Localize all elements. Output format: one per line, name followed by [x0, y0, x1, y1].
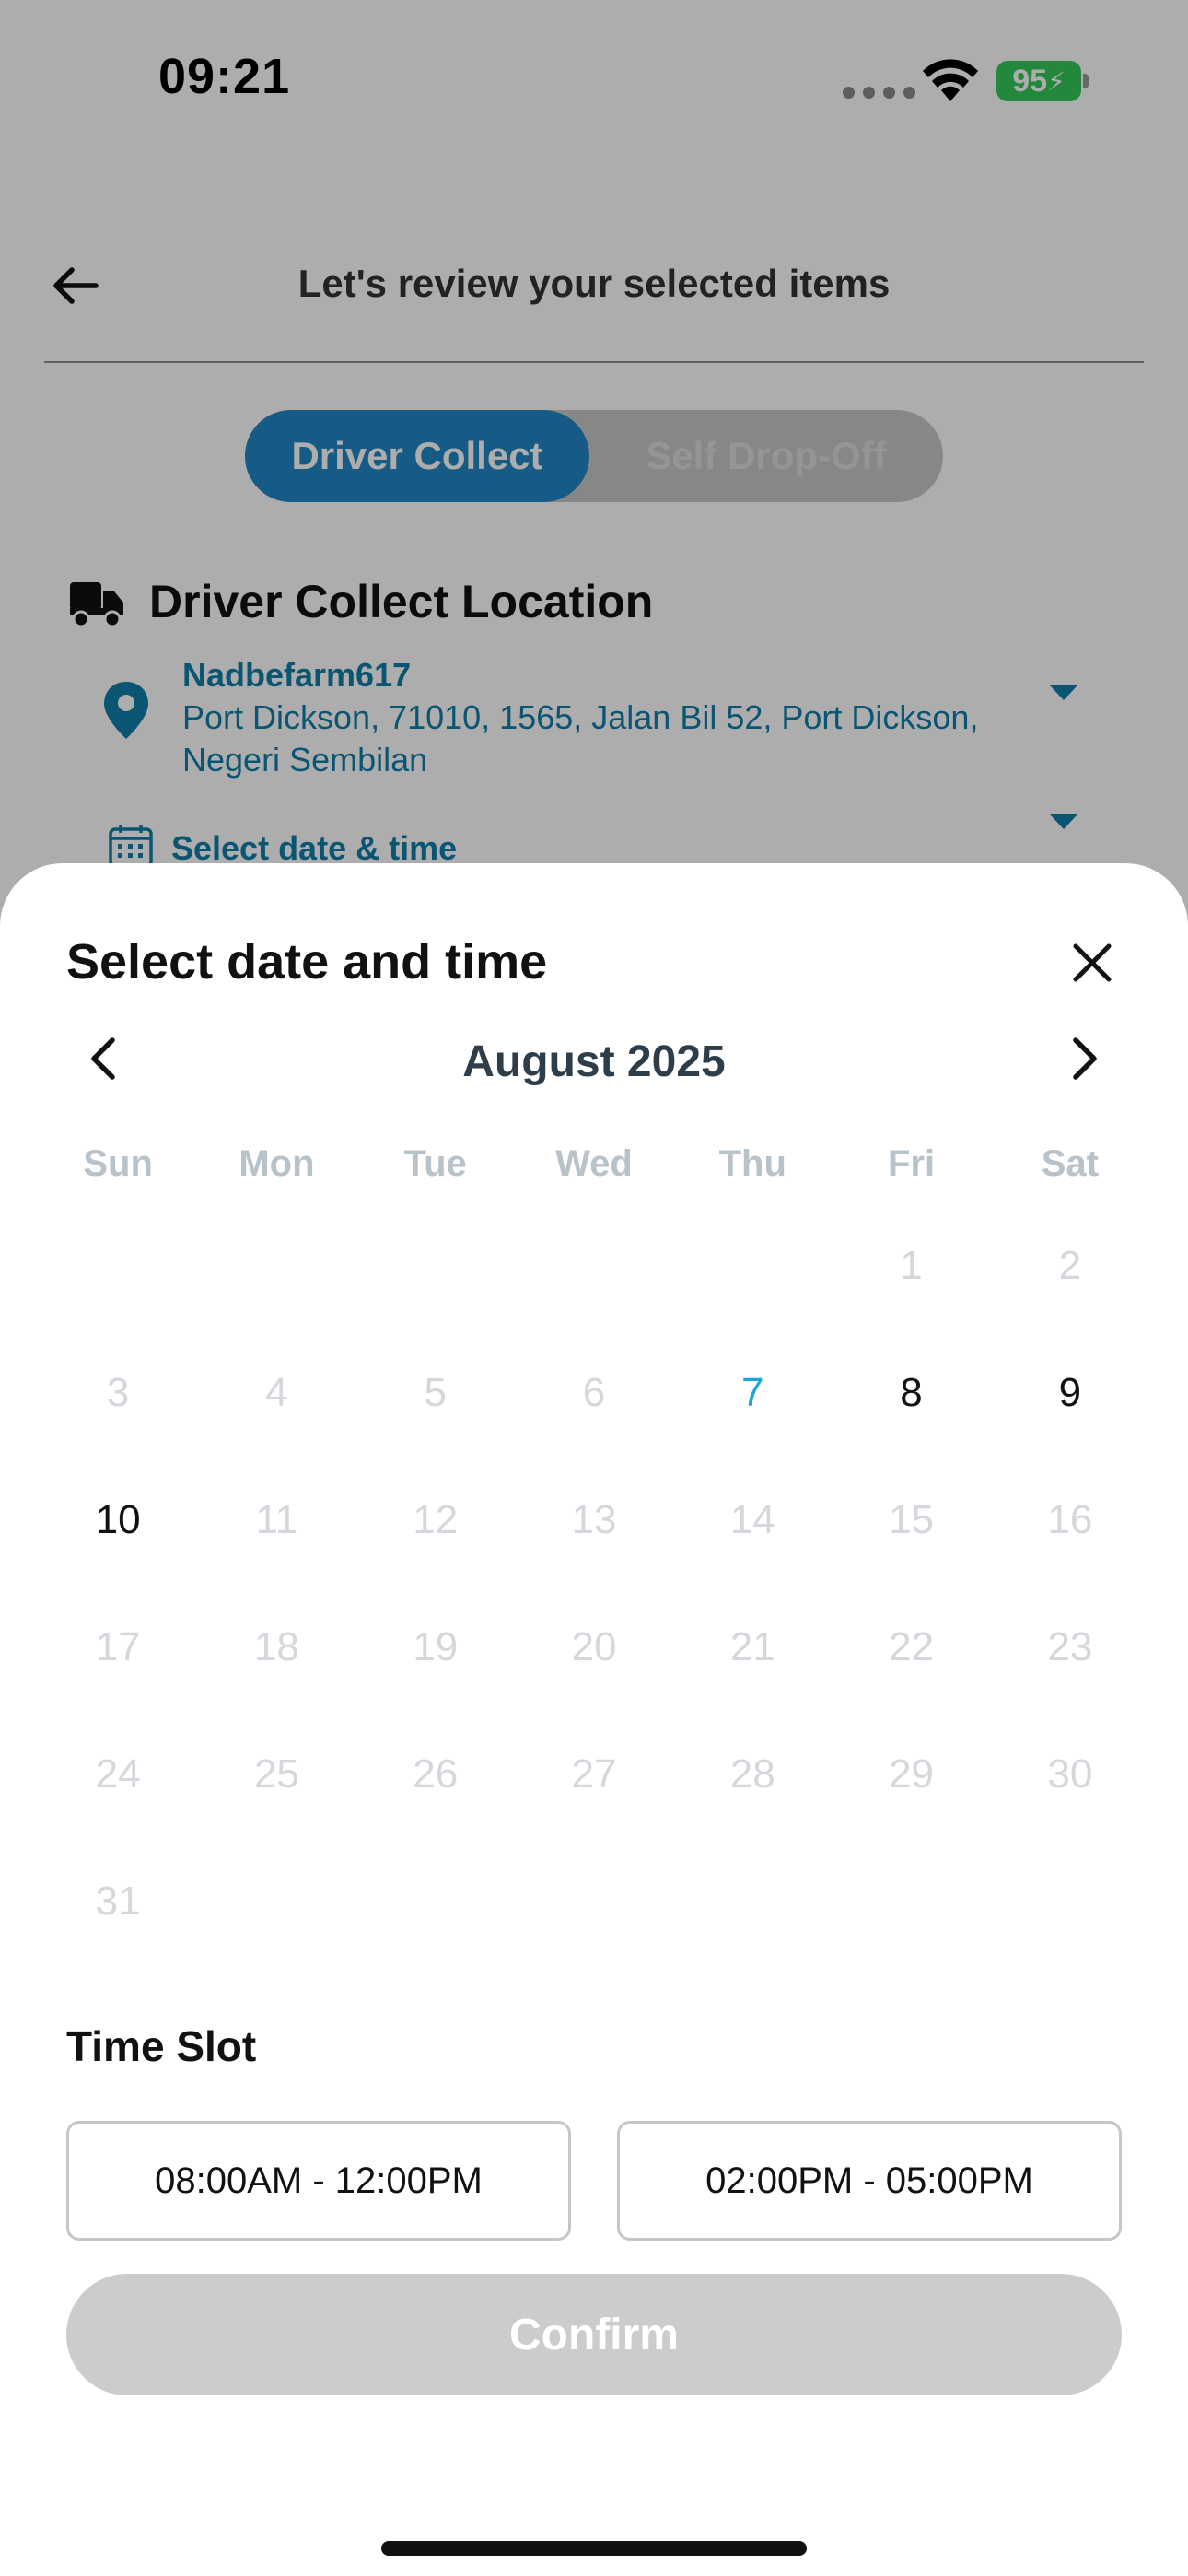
calendar-day: 15	[889, 1497, 935, 1542]
calendar-empty-cell	[356, 1838, 515, 1965]
calendar-day: 22	[889, 1624, 935, 1669]
calendar-day[interactable]: 8	[832, 1329, 990, 1457]
calendar-empty-cell	[356, 1202, 515, 1329]
calendar-empty-cell	[515, 1202, 673, 1329]
calendar-week-row: 24 25 26 27 28 29 30	[39, 1711, 1149, 1838]
calendar-week-row: 12	[39, 1202, 1149, 1329]
calendar-day: 1	[900, 1243, 923, 1288]
calendar-week-row: 3 4 5 6 789	[39, 1329, 1149, 1457]
calendar-day: 20	[571, 1624, 617, 1669]
calendar-empty-cell	[39, 1202, 197, 1329]
calendar-day: 19	[413, 1624, 459, 1669]
calendar-day: 3	[106, 1370, 130, 1415]
weekday-label: Tue	[403, 1143, 467, 1184]
calendar-day: 29	[889, 1751, 935, 1797]
calendar-day: 2	[1058, 1243, 1082, 1288]
calendar-day: 6	[582, 1370, 606, 1415]
calendar-day: 11	[255, 1497, 298, 1542]
close-icon[interactable]	[1066, 937, 1118, 989]
calendar-day: 16	[1047, 1497, 1093, 1542]
calendar-empty-cell	[991, 1838, 1149, 1965]
confirm-button[interactable]: Confirm	[66, 2274, 1122, 2395]
date-time-bottom-sheet: Select date and time August 2025 Sun Mon T…	[0, 863, 1188, 2576]
calendar-day: 31	[95, 1879, 141, 1924]
calendar-day: 14	[729, 1497, 775, 1542]
calendar-week-row: 17 18 19 20 21 22 23	[39, 1584, 1149, 1711]
calendar-day[interactable]: 10	[39, 1457, 197, 1584]
calendar-empty-cell	[197, 1202, 355, 1329]
calendar-day: 24	[95, 1751, 141, 1797]
calendar-day: 18	[253, 1624, 299, 1669]
calendar-day: 12	[413, 1497, 459, 1542]
home-indicator	[381, 2541, 807, 2556]
weekday-header: Sun Mon Tue Wed Thu Fri Sat	[39, 1143, 1149, 1185]
calendar-week-row: 31	[39, 1838, 1149, 1965]
calendar-month-label: August 2025	[462, 1037, 726, 1086]
calendar-empty-cell	[673, 1838, 832, 1965]
calendar-day: 13	[571, 1497, 617, 1542]
calendar-grid: 1 2 3 4 5 6 7 8 9 10 11 12 13 14 15 16 17 18 19 20 21 22 23 24 2…	[39, 1202, 1149, 1965]
calendar-day: 30	[1047, 1751, 1093, 1797]
calendar-empty-cell	[515, 1838, 673, 1965]
calendar-day: 25	[253, 1751, 299, 1797]
calendar-day: 4	[265, 1370, 288, 1415]
time-slot-morning-button[interactable]: 08:00AM - 12:00PM	[66, 2121, 571, 2241]
calendar-day[interactable]: 7	[673, 1329, 832, 1457]
calendar-day[interactable]: 9	[991, 1329, 1149, 1457]
calendar-day: 27	[571, 1751, 617, 1797]
calendar-week-row: 10 11 12 13 14 15 16	[39, 1457, 1149, 1584]
sheet-title: Select date and time	[66, 934, 548, 989]
calendar-empty-cell	[832, 1838, 990, 1965]
calendar-day: 5	[424, 1370, 447, 1415]
calendar-day: 21	[729, 1624, 775, 1669]
calendar-day: 28	[729, 1751, 775, 1797]
weekday-label: Thu	[718, 1143, 786, 1184]
weekday-label: Mon	[239, 1143, 315, 1184]
calendar-empty-cell	[673, 1202, 832, 1329]
chevron-right-icon[interactable]	[1057, 1033, 1109, 1084]
time-slot-afternoon-button[interactable]: 02:00PM - 05:00PM	[617, 2121, 1122, 2241]
weekday-label: Sun	[83, 1143, 153, 1184]
calendar-day: 17	[95, 1624, 141, 1669]
time-slot-title: Time Slot	[66, 2022, 257, 2070]
weekday-label: Fri	[887, 1143, 936, 1184]
calendar-day: 23	[1047, 1624, 1093, 1669]
calendar-day: 26	[413, 1751, 459, 1797]
weekday-label: Sat	[1041, 1143, 1099, 1184]
weekday-label: Wed	[555, 1143, 633, 1184]
calendar-empty-cell	[197, 1838, 355, 1965]
